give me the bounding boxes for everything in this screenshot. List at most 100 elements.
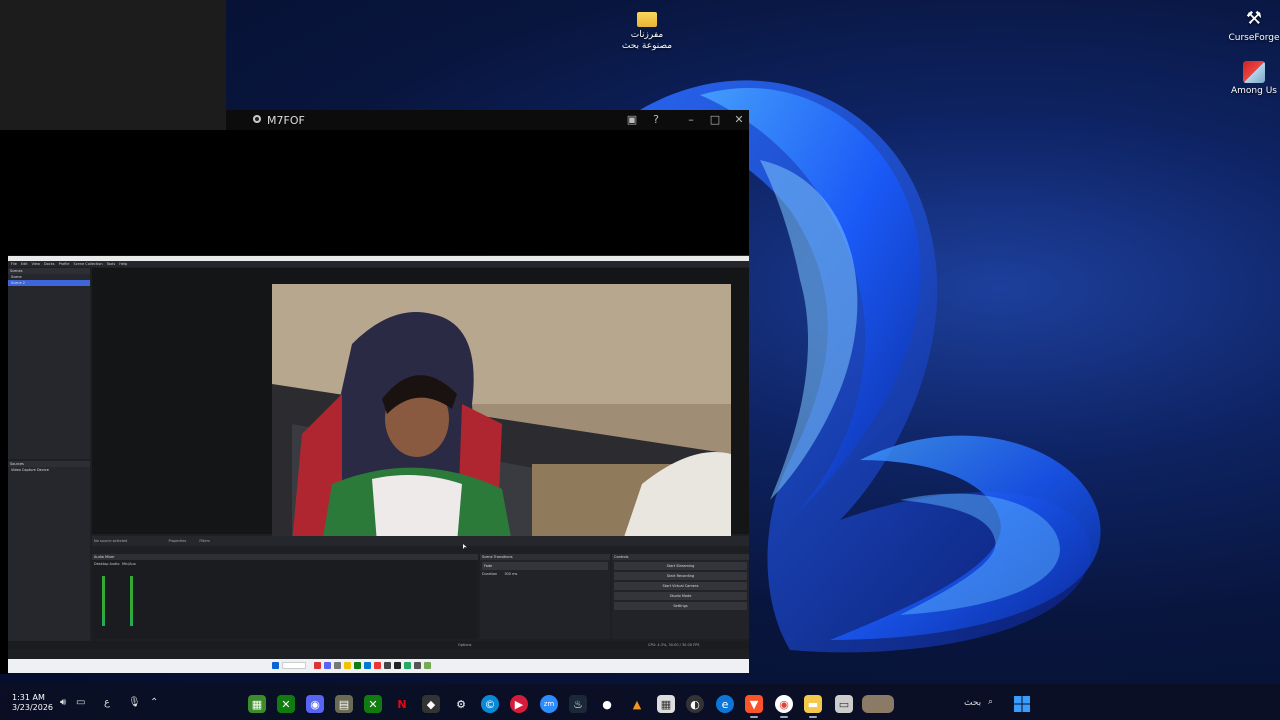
menu-tools[interactable]: Tools — [107, 261, 116, 267]
network-icon[interactable]: ▭ — [76, 697, 85, 708]
volume-icon[interactable]: 🔊︎ — [60, 697, 66, 708]
inner-app-icon — [414, 662, 421, 669]
inner-app-icon — [324, 662, 331, 669]
help-icon[interactable]: ? — [649, 113, 663, 126]
vlc-icon[interactable]: ▲ — [628, 695, 646, 713]
close-icon[interactable]: ✕ — [732, 113, 746, 126]
menu-scene-collection[interactable]: Scene Collection — [73, 261, 102, 267]
app-logo-icon — [253, 115, 261, 123]
desktop-folder-label-1: مفرزنات — [630, 30, 664, 40]
audio-meter-mic — [130, 576, 133, 626]
search-placeholder: بحث — [964, 698, 982, 708]
maximize-icon[interactable]: □ — [708, 113, 722, 126]
audio-mixer-panel: Audio Mixer Desktop Audio Mic/Aux — [92, 554, 478, 639]
inner-app-icon — [384, 662, 391, 669]
edge-icon[interactable]: e — [716, 695, 734, 713]
options-button[interactable]: Options — [458, 641, 472, 649]
inner-app-icon — [354, 662, 361, 669]
inner-app-icon — [364, 662, 371, 669]
studio-mode-button[interactable]: Studio Mode — [614, 592, 747, 600]
start-virtual-camera-button[interactable]: Start Virtual Camera — [614, 582, 747, 590]
chrome-icon[interactable]: ◉ — [775, 695, 793, 718]
settings-button[interactable]: Settings — [614, 602, 747, 610]
captured-taskbar — [8, 659, 749, 673]
taskbar-search[interactable]: بحث ⌕ — [952, 696, 1004, 712]
menu-docks[interactable]: Docks — [44, 261, 55, 267]
menu-profile[interactable]: Profile — [59, 261, 70, 267]
desktop-among-us-shortcut[interactable]: Among Us — [1214, 61, 1280, 97]
app-icon[interactable]: ◐ — [686, 695, 704, 713]
start-recording-button[interactable]: Start Recording — [614, 572, 747, 580]
menu-view[interactable]: View — [32, 261, 40, 267]
inner-app-icon — [314, 662, 321, 669]
inner-search-icon — [282, 662, 306, 669]
app-icon[interactable]: ● — [598, 695, 616, 713]
mirror-window-content — [0, 130, 749, 255]
properties-button[interactable]: Properties — [169, 539, 187, 543]
zoom-icon[interactable]: zm — [540, 695, 558, 713]
duration-input[interactable]: 300 ms — [504, 572, 517, 576]
weather-widget[interactable] — [862, 695, 894, 713]
chevron-up-icon[interactable]: ⌃ — [150, 697, 158, 708]
desktop-folder-label-2: مصنوعة بحث — [621, 41, 673, 51]
source-toolbar: No source selected Properties Filters — [92, 536, 749, 546]
webcam-feed — [272, 284, 731, 543]
scene-transitions-panel: Scene Transitions Fade Duration 300 ms — [480, 554, 610, 639]
scene-item-selected[interactable]: Scene 2 — [8, 280, 90, 286]
capcut-icon[interactable]: © — [481, 695, 499, 713]
language-indicator[interactable]: ع — [104, 697, 110, 708]
obs-preview[interactable] — [92, 268, 749, 543]
mirror-window-title: M7FOF — [267, 114, 305, 127]
obs-icon[interactable]: ⚙ — [452, 695, 470, 713]
scenes-panel: Scenes Scene Scene 2 — [8, 268, 90, 459]
menu-help[interactable]: Help — [119, 261, 127, 267]
clock[interactable]: 1:31 AM 3/23/2026 — [12, 693, 53, 713]
mirror-window-border — [0, 184, 8, 674]
transition-select[interactable]: Fade — [482, 562, 608, 570]
controls-panel: Controls Start Streaming Start Recording… — [612, 554, 749, 639]
davinci-icon[interactable]: ◆ — [422, 695, 440, 713]
inner-app-icon — [344, 662, 351, 669]
menu-edit[interactable]: Edit — [21, 261, 28, 267]
cast-icon[interactable]: ▣ — [625, 113, 639, 126]
xbox-app-icon[interactable]: ✕ — [364, 695, 382, 713]
mixer-channel-mic: Mic/Aux — [122, 562, 136, 566]
obs-menubar: File Edit View Docks Profile Scene Colle… — [8, 261, 749, 267]
steam-icon[interactable]: ♨ — [569, 695, 587, 713]
inner-app-icon — [424, 662, 431, 669]
mirror-window-titlebar[interactable]: M7FOF — [226, 110, 749, 130]
filters-button[interactable]: Filters — [199, 539, 210, 543]
controls-header: Controls — [612, 554, 749, 560]
microphone-icon[interactable]: 🎙︎ — [128, 697, 141, 708]
minecraft-icon[interactable]: ▦ — [248, 695, 266, 713]
desktop-folder-shortcut[interactable]: مفرزنات مصنوعة بحث — [607, 8, 687, 52]
desktop-among-us-label: Among Us — [1231, 86, 1277, 96]
minimize-icon[interactable]: – — [684, 113, 698, 126]
menu-file[interactable]: File — [11, 261, 17, 267]
clock-date: 3/23/2026 — [12, 703, 54, 712]
brave-icon[interactable]: ▼ — [745, 695, 763, 718]
folder-icon — [637, 12, 657, 27]
start-icon[interactable] — [1013, 695, 1031, 713]
discord-icon[interactable]: ◉ — [306, 695, 324, 713]
obs-statusbar: Options CPU: 4.3%, 30.00 / 30.00 FPS — [8, 641, 749, 649]
duration-label: Duration — [482, 572, 498, 576]
obs-window[interactable]: File Edit View Docks Profile Scene Colle… — [8, 256, 749, 661]
sources-panel: Sources Video Capture Device — [8, 461, 90, 641]
start-streaming-button[interactable]: Start Streaming — [614, 562, 747, 570]
file-explorer-icon[interactable]: ▬ — [804, 695, 822, 718]
netflix-icon[interactable]: N — [393, 695, 411, 713]
transitions-header: Scene Transitions — [480, 554, 610, 560]
desktop-curseforge-shortcut[interactable]: ⚒ CurseForge — [1214, 8, 1280, 44]
clock-time: 1:31 AM — [12, 693, 45, 702]
source-item[interactable]: Video Capture Device — [8, 467, 90, 473]
app-icon[interactable]: ▭ — [835, 695, 853, 713]
among-us-icon — [1243, 61, 1265, 83]
search-icon: ⌕ — [988, 697, 994, 707]
curseforge-icon: ⚒ — [1245, 8, 1263, 29]
youtube-icon[interactable]: ▶ — [510, 695, 528, 713]
store-icon[interactable]: ▦ — [657, 695, 675, 713]
xbox-icon[interactable]: ✕ — [277, 695, 295, 713]
inner-app-icon — [374, 662, 381, 669]
app-icon[interactable]: ▤ — [335, 695, 353, 713]
